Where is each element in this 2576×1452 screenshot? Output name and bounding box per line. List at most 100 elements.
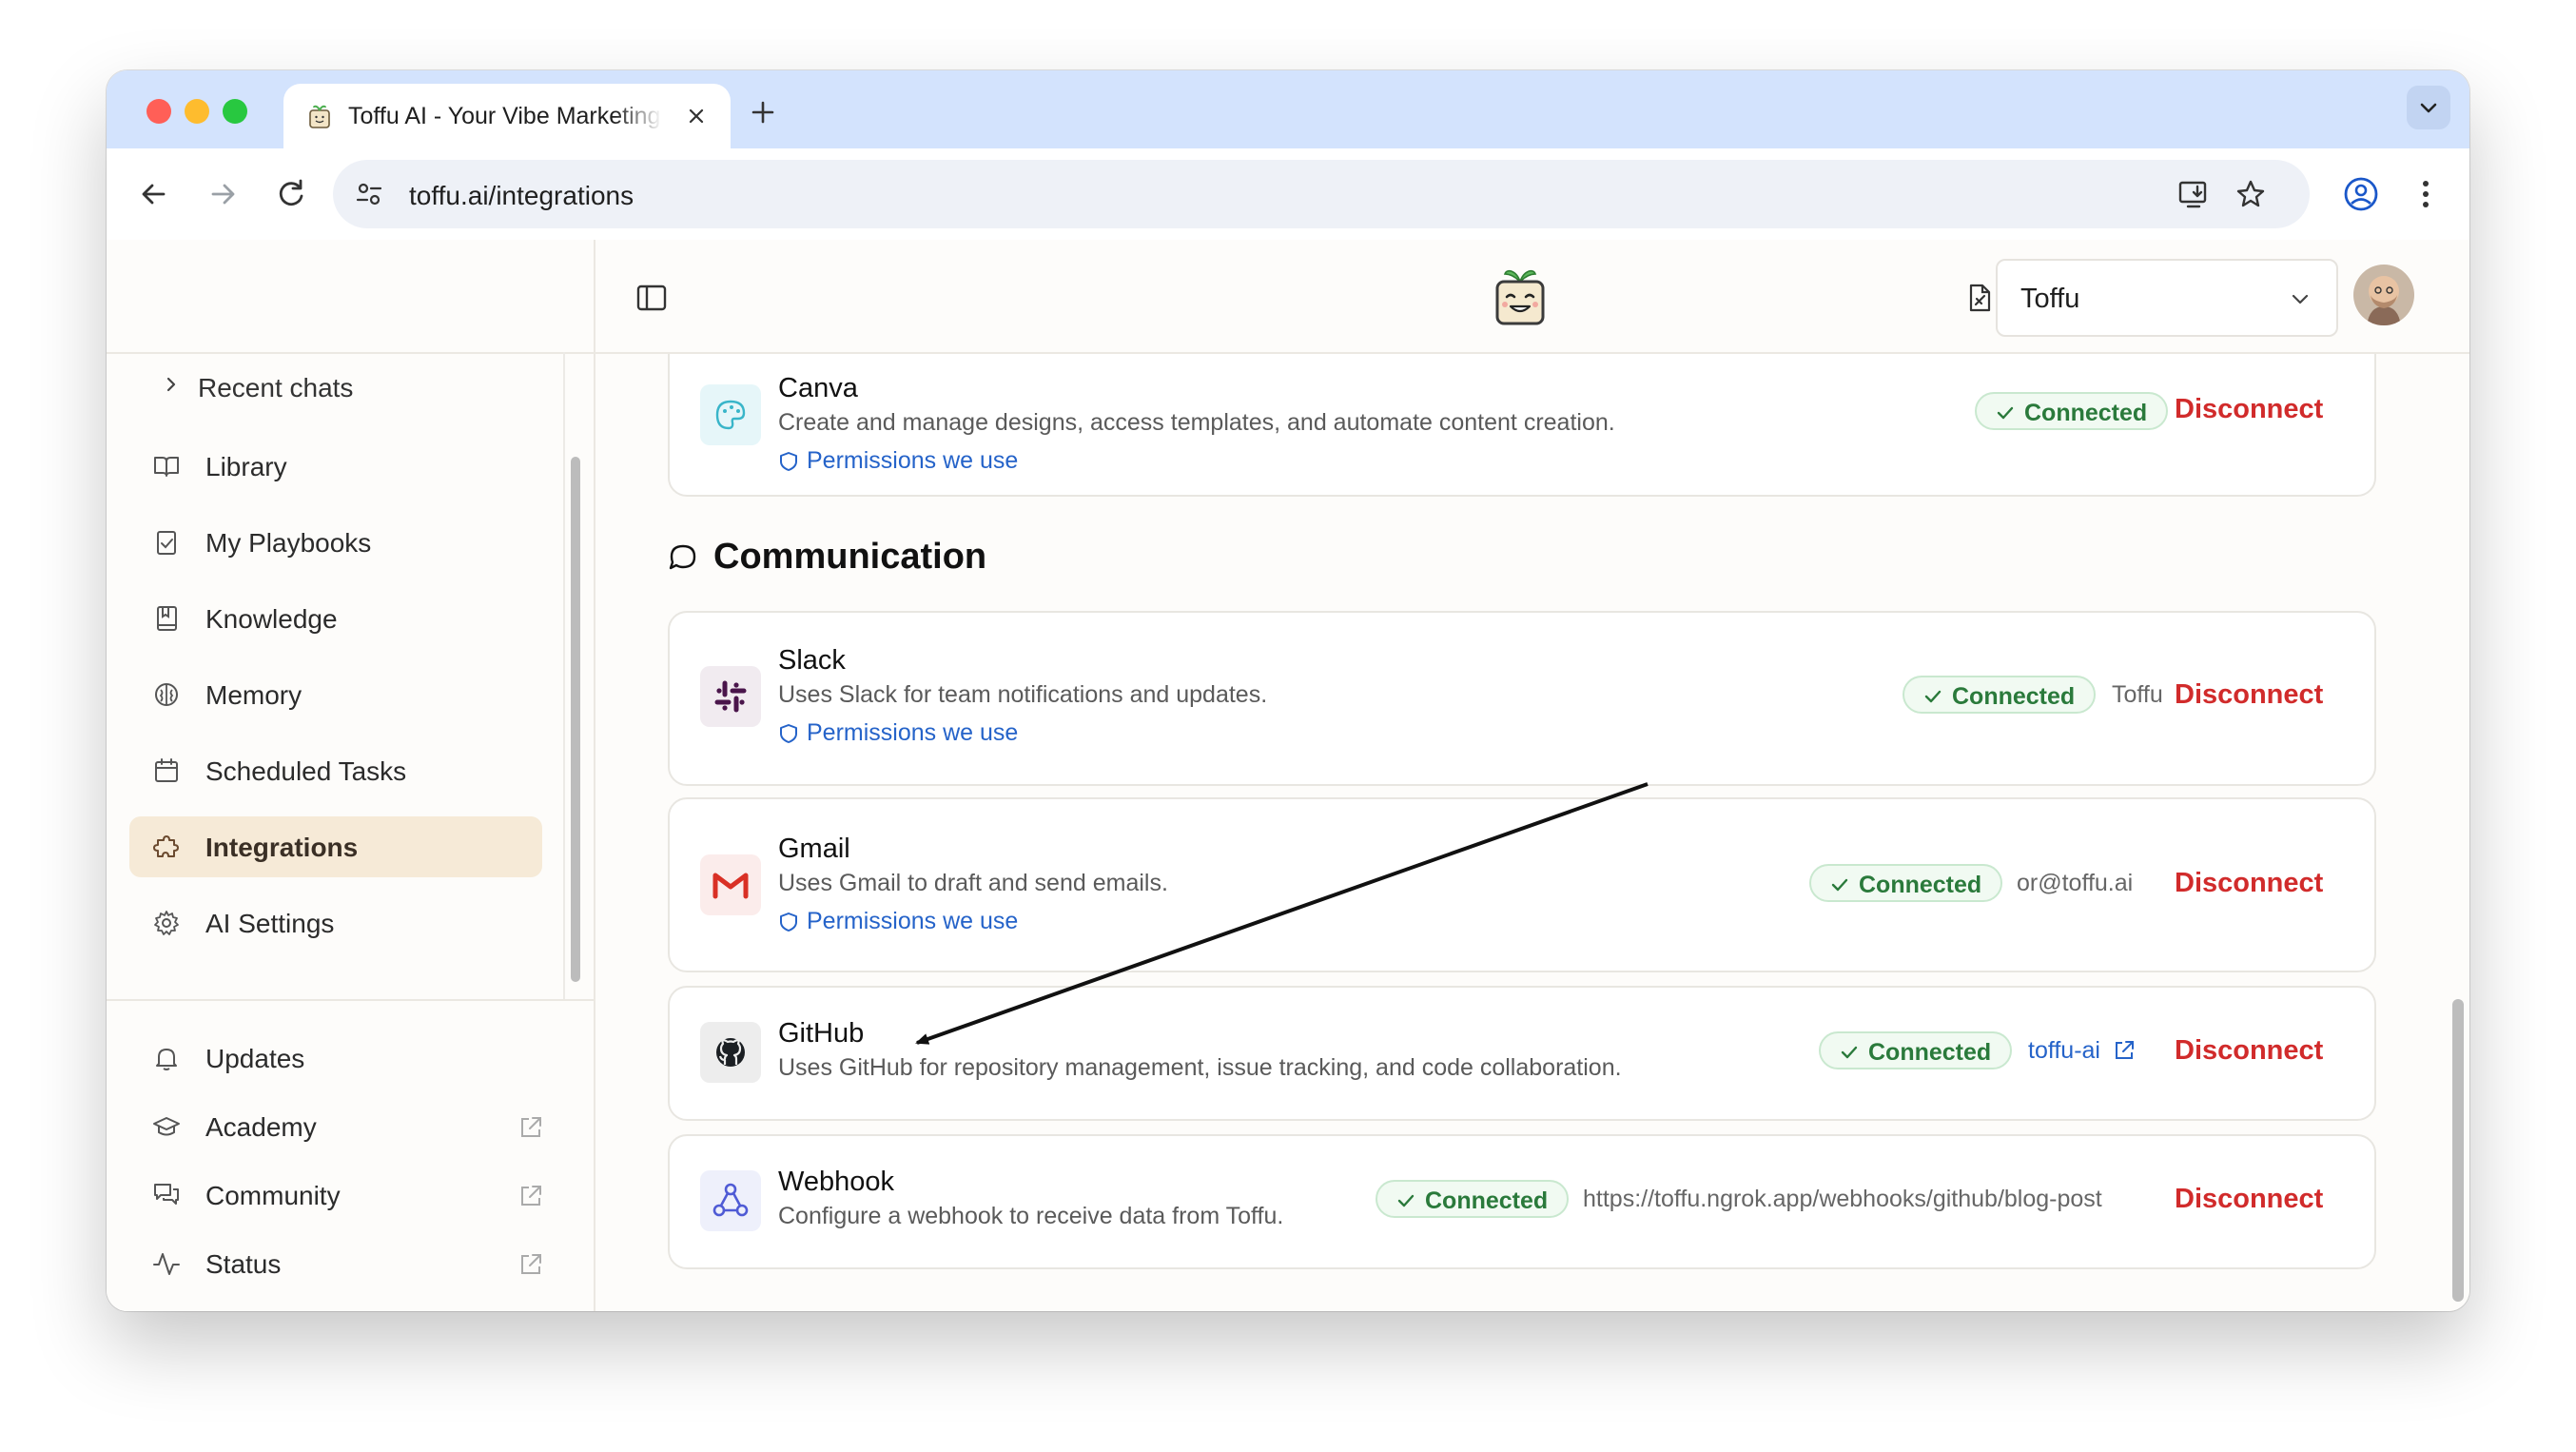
sidebar-item-ai-settings[interactable]: AI Settings [129,893,542,953]
browser-menu-icon[interactable] [2407,175,2445,213]
message-circle-icon [669,544,696,570]
connected-account: Toffu [2112,681,2163,708]
github-account-link[interactable]: toffu-ai [2028,1037,2136,1065]
disconnect-button[interactable]: Disconnect [2175,868,2323,899]
sidebar-item-updates[interactable]: Updates [129,1028,542,1089]
sidebar-item-my-playbooks[interactable]: My Playbooks [129,512,542,573]
tab-search-button[interactable] [2407,86,2450,129]
address-bar[interactable]: toffu.ai/integrations [333,160,2310,228]
integration-description: Configure a webhook to receive data from… [778,1203,1284,1229]
external-link-icon [521,1254,541,1274]
forward-arrow-icon[interactable] [202,173,244,215]
close-tab-icon[interactable] [683,103,710,129]
sidebar-item-knowledge[interactable]: Knowledge [129,588,542,649]
tab-title: Toffu AI - Your Vibe Marketing Agent [348,103,662,129]
integration-description: Uses GitHub for repository management, i… [778,1054,1622,1081]
sidebar-item-memory[interactable]: Memory [129,664,542,725]
browser-tab[interactable]: Toffu AI - Your Vibe Marketing Agent [283,84,731,148]
sidebar-divider [107,999,594,1001]
github-logo [700,1022,761,1083]
sidebar-item-status[interactable]: Status [129,1233,542,1294]
shield-icon [780,452,797,471]
integration-card-github: GitHub Uses GitHub for repository manage… [668,986,2376,1121]
sidebar-item-library[interactable]: Library [129,436,542,497]
disconnect-button[interactable]: Disconnect [2175,1035,2323,1067]
webhook-icon [712,1183,749,1217]
new-tab-icon[interactable] [744,93,782,131]
toffu-logo-icon[interactable] [1492,265,1549,327]
check-icon [1831,878,1848,892]
external-link-icon [2115,1041,2134,1059]
activity-icon [153,1253,180,1275]
permissions-link[interactable]: Permissions we use [778,719,1018,747]
sidebar-item-label: Knowledge [205,604,338,634]
integration-title: GitHub [778,1018,865,1049]
browser-toolbar: toffu.ai/integrations [107,148,2469,241]
canva-logo [700,384,761,445]
install-app-icon[interactable] [2176,177,2211,211]
sidebar-scrollbar[interactable] [571,457,580,982]
profile-icon[interactable] [2342,175,2380,213]
back-arrow-icon[interactable] [133,173,175,215]
workspace-name: Toffu [2020,284,2080,314]
connected-badge: Connected [1975,392,2169,430]
sidebar-item-scheduled-tasks[interactable]: Scheduled Tasks [129,740,542,801]
notebook-icon [157,606,177,631]
reload-icon[interactable] [270,173,312,215]
toffu-favicon-icon [309,105,330,128]
url-text[interactable]: toffu.ai/integrations [409,181,634,211]
site-settings-icon[interactable] [354,179,384,209]
sidebar-item-label: AI Settings [205,909,335,938]
integration-title: Canva [778,373,858,403]
slack-logo [700,666,761,727]
puzzle-icon [153,835,179,857]
connected-account: or@toffu.ai [2017,870,2134,896]
sidebar-scroll-track [563,352,565,999]
connected-badge: Connected [1903,676,2097,714]
sidebar-item-integrations[interactable]: Integrations [129,816,542,877]
disconnect-button[interactable]: Disconnect [2175,679,2323,711]
user-avatar[interactable] [2353,265,2414,325]
recent-chats-label: Recent chats [198,373,354,402]
disconnect-button[interactable]: Disconnect [2175,394,2323,425]
github-icon [716,1038,745,1067]
gmail-logo [700,854,761,915]
connected-account: toffu-ai [2028,1037,2100,1064]
sidebar-item-label: Scheduled Tasks [205,756,407,786]
section-title: Communication [713,537,987,577]
connected-label: Connected [1952,683,2076,710]
integration-title: Webhook [778,1167,894,1197]
integration-card-slack: Slack Uses Slack for team notifications … [668,611,2376,786]
minimize-window-button[interactable] [185,99,209,124]
permissions-link[interactable]: Permissions we use [778,447,1018,475]
chevron-right-icon [166,377,176,392]
connected-badge: Connected [1809,864,2003,902]
book-icon [154,457,179,477]
calendar-icon [155,758,178,782]
disconnect-button[interactable]: Disconnect [2175,1184,2323,1215]
workspace-select[interactable]: Toffu [1996,259,2338,337]
webhook-logo [700,1170,761,1231]
chat-bubbles-icon [154,1184,179,1205]
connected-badge: Connected [1376,1180,1570,1218]
slack-icon [714,680,747,713]
check-icon [1397,1194,1415,1207]
bookmark-star-icon[interactable] [2234,177,2268,211]
palette-icon [715,400,746,430]
user-avatar-image [2353,265,2414,325]
maximize-window-button[interactable] [223,99,247,124]
close-window-button[interactable] [146,99,171,124]
integration-description: Create and manage designs, access templa… [778,409,1615,436]
new-document-icon[interactable] [1963,282,1996,314]
connected-label: Connected [1868,1039,1992,1066]
clipboard-icon [157,531,176,555]
main-panel: Toffu Canva Create and manage designs, a… [595,240,2469,1311]
sidebar-item-label: My Playbooks [205,528,372,558]
sidebar-item-academy[interactable]: Academy [129,1096,542,1157]
sidebar-item-community[interactable]: Community [129,1165,542,1226]
sidebar-toggle-icon[interactable] [635,282,668,314]
sidebar-item-label: Academy [205,1112,317,1142]
check-icon [1997,406,2014,420]
permissions-link[interactable]: Permissions we use [778,908,1018,935]
integration-card-canva: Canva Create and manage designs, access … [668,354,2376,497]
